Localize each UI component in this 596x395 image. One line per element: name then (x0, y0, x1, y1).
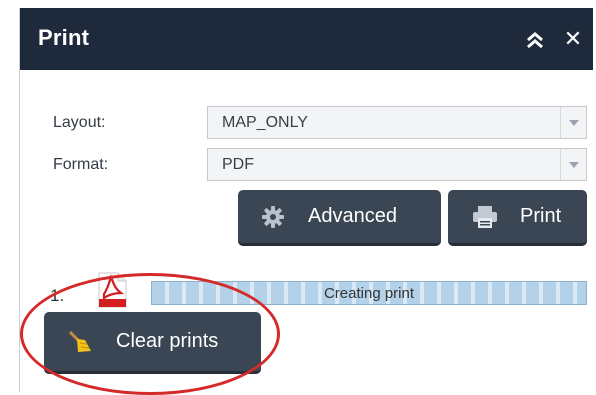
clear-prints-button-label: Clear prints (116, 330, 219, 352)
layout-select-value: MAP_ONLY (222, 114, 308, 131)
chevron-down-icon[interactable] (560, 149, 586, 180)
dialog-titlebar: Print ✕ (20, 8, 593, 70)
print-progress-bar: Creating print (151, 281, 587, 305)
gear-icon (262, 206, 284, 228)
close-icon[interactable]: ✕ (561, 27, 585, 51)
broom-icon (68, 330, 91, 353)
pdf-file-icon[interactable] (96, 272, 128, 308)
chevron-down-icon[interactable] (560, 107, 586, 138)
print-progress-label: Creating print (323, 285, 415, 302)
layout-select[interactable]: MAP_ONLY (207, 106, 587, 139)
format-label: Format: (53, 156, 109, 173)
print-dialog: Print ✕ Layout: MAP_ONLY Format: PDF Adv… (19, 8, 593, 395)
format-select[interactable]: PDF (207, 148, 587, 181)
printer-icon (472, 206, 498, 228)
advanced-button[interactable]: Advanced (238, 190, 441, 246)
print-job-index: 1. (50, 286, 65, 305)
double-chevron-up-icon[interactable] (525, 30, 545, 50)
clear-prints-button[interactable]: Clear prints (44, 312, 261, 374)
advanced-button-label: Advanced (308, 205, 397, 227)
layout-label: Layout: (53, 114, 106, 131)
dialog-title: Print (38, 25, 90, 50)
print-button-label: Print (520, 205, 562, 227)
print-button[interactable]: Print (448, 190, 587, 246)
format-select-value: PDF (222, 156, 254, 173)
